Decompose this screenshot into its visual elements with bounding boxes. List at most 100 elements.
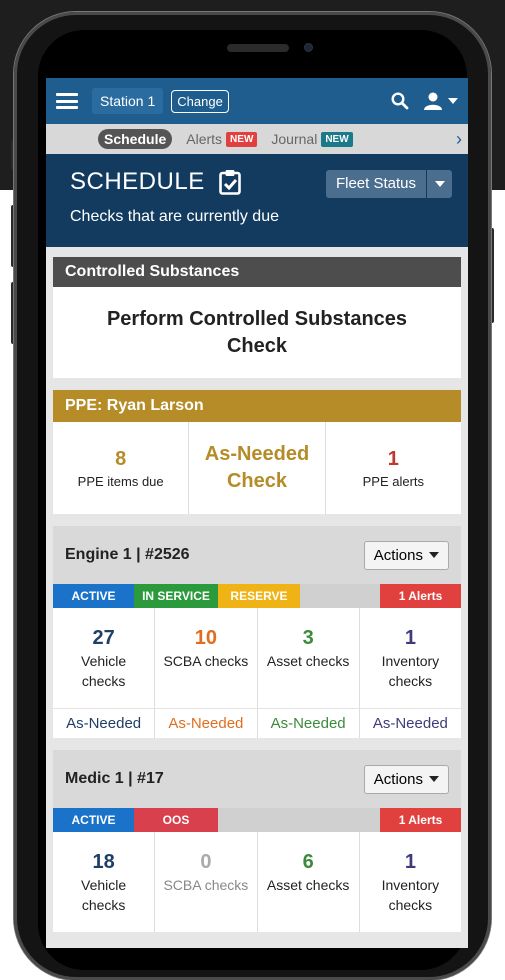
page-title-text: SCHEDULE [70, 168, 205, 195]
inventory-checks[interactable]: 1 Inventory checks [360, 608, 461, 708]
ppe-card: PPE: Ryan Larson 8 PPE items due As-Need… [53, 390, 461, 514]
page-subtitle: Checks that are currently due [70, 208, 279, 225]
schedule-header: SCHEDULE Checks that are currently due F… [46, 154, 468, 247]
top-nav-bar: Station 1 Change [46, 78, 468, 124]
scba-checks[interactable]: 10 SCBA checks . [155, 608, 258, 708]
new-badge: NEW [226, 131, 258, 147]
app-screen: Station 1 Change Schedule Alerts NEW Jou… [46, 78, 468, 948]
phone-speaker [227, 44, 289, 52]
scba-checks[interactable]: 0 SCBA checks . [155, 832, 258, 932]
fleet-status-dropdown[interactable]: Fleet Status [325, 170, 452, 198]
tab-schedule[interactable]: Schedule [98, 129, 173, 149]
unit-name: Medic 1 | #17 [65, 770, 164, 787]
check-label: Vehicle [81, 876, 127, 893]
check-label: checks [81, 672, 126, 689]
action-text-line: Check [226, 334, 288, 357]
status-badge: ACTIVE [53, 808, 134, 832]
ppe-stats: 8 PPE items due As-Needed Check 1 PPE al… [53, 422, 461, 514]
ppe-alerts-count: 1 [387, 447, 399, 470]
check-label: Inventory [381, 876, 440, 893]
unit-header: Engine 1 | #2526 Actions [53, 526, 461, 584]
check-label: checks [388, 896, 433, 913]
user-menu[interactable] [423, 91, 458, 111]
card-header: PPE: Ryan Larson [53, 390, 461, 422]
caret-down-icon [429, 776, 439, 782]
tab-alerts-label: Alerts [186, 131, 223, 147]
inventory-checks[interactable]: 1 Inventory checks [360, 832, 461, 932]
hamburger-icon[interactable] [56, 93, 78, 109]
status-badge: ACTIVE [53, 584, 134, 608]
actions-label: Actions [373, 770, 423, 788]
status-badge: RESERVE [218, 584, 300, 608]
check-counts: 27 Vehicle checks 10 SCBA checks . 3 Ass… [53, 608, 461, 708]
ppe-as-needed-text: As-Needed [204, 443, 310, 465]
as-needed-row: As-Needed As-Needed As-Needed As-Needed [53, 708, 461, 738]
as-needed-link[interactable]: As-Needed [360, 709, 461, 738]
status-badge: OOS [134, 808, 218, 832]
tab-journal[interactable]: Journal NEW [271, 131, 353, 147]
check-label: SCBA checks [163, 652, 249, 669]
caret-down-icon [429, 552, 439, 558]
controlled-substances-action[interactable]: Perform Controlled Substances Check [53, 287, 461, 378]
search-icon[interactable] [391, 92, 409, 110]
tab-schedule-label: Schedule [104, 131, 167, 147]
check-count: 6 [302, 850, 314, 873]
change-station-button[interactable]: Change [171, 89, 229, 113]
check-label: Vehicle [81, 652, 127, 669]
alerts-badge[interactable]: 1 Alerts [380, 808, 461, 832]
ppe-as-needed-text: Check [226, 470, 287, 492]
asset-checks[interactable]: 6 Asset checks . [258, 832, 360, 932]
asset-checks[interactable]: 3 Asset checks . [258, 608, 360, 708]
clipboard-check-icon [218, 170, 241, 195]
caret-down-icon [426, 170, 452, 198]
check-count: 18 [92, 850, 115, 873]
check-label: Inventory [381, 652, 440, 669]
check-count: 0 [200, 850, 212, 873]
unit-header: Medic 1 | #17 Actions [53, 750, 461, 808]
actions-label: Actions [373, 546, 423, 564]
top-nav-actions [391, 91, 458, 111]
check-count: 1 [404, 626, 416, 649]
fleet-status-label: Fleet Status [335, 175, 416, 192]
ppe-as-needed-check[interactable]: As-Needed Check [189, 422, 326, 514]
ppe-alerts[interactable]: 1 PPE alerts [326, 422, 461, 514]
unit-name: Engine 1 | #2526 [65, 546, 190, 563]
check-count: 10 [194, 626, 217, 649]
actions-dropdown[interactable]: Actions [363, 540, 449, 570]
check-label: SCBA checks [163, 876, 249, 893]
section-tabs: Schedule Alerts NEW Journal NEW › [46, 124, 468, 154]
check-label: Asset checks [266, 652, 350, 669]
as-needed-link[interactable]: As-Needed [155, 709, 258, 738]
vehicle-checks[interactable]: 27 Vehicle checks [53, 608, 156, 708]
as-needed-link[interactable]: As-Needed [258, 709, 360, 738]
ppe-items-due-count: 8 [115, 447, 127, 470]
card-header: Controlled Substances [53, 257, 461, 287]
alerts-badge[interactable]: 1 Alerts [380, 584, 461, 608]
check-label: checks [388, 672, 433, 689]
ppe-items-due-label: PPE items due [77, 473, 164, 489]
ppe-alerts-label: PPE alerts [362, 473, 425, 489]
controlled-substances-card[interactable]: Controlled Substances Perform Controlled… [53, 257, 461, 378]
check-count: 27 [92, 626, 115, 649]
as-needed-link[interactable]: As-Needed [53, 709, 156, 738]
chevron-right-icon[interactable]: › [456, 130, 462, 148]
check-label: checks [81, 896, 126, 913]
check-counts: 18 Vehicle checks 0 SCBA checks . 6 Asse… [53, 832, 461, 932]
station-label: Station 1 [92, 88, 164, 114]
unit-card-engine-1: Engine 1 | #2526 Actions ACTIVE IN SERVI… [53, 526, 461, 738]
unit-card-medic-1: Medic 1 | #17 Actions ACTIVE OOS 1 Alert… [53, 750, 461, 932]
user-icon [424, 92, 442, 110]
actions-dropdown[interactable]: Actions [363, 764, 449, 794]
phone-camera [304, 43, 313, 52]
tab-alerts[interactable]: Alerts NEW [186, 131, 258, 147]
ppe-items-due[interactable]: 8 PPE items due [53, 422, 190, 514]
vehicle-checks[interactable]: 18 Vehicle checks [53, 832, 156, 932]
check-count: 3 [302, 626, 314, 649]
check-count: 1 [404, 850, 416, 873]
unit-status-bar: ACTIVE OOS 1 Alerts [53, 808, 461, 832]
new-badge: NEW [321, 131, 353, 147]
action-text-line: Perform Controlled Substances [106, 307, 408, 330]
status-badge: IN SERVICE [134, 584, 218, 608]
unit-status-bar: ACTIVE IN SERVICE RESERVE 1 Alerts [53, 584, 461, 608]
caret-down-icon [448, 98, 458, 104]
